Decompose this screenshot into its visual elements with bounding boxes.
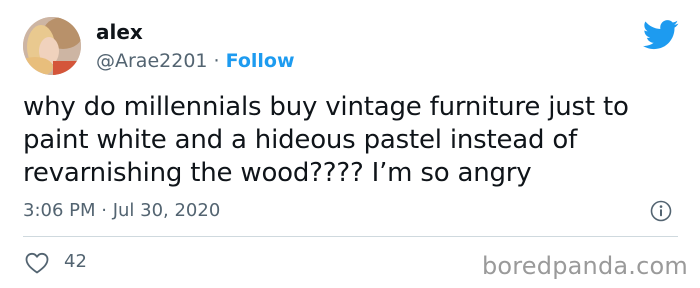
avatar[interactable] <box>23 17 81 75</box>
author-handle[interactable]: @Arae2201 <box>96 50 208 72</box>
watermark: boredpanda.com <box>481 252 688 280</box>
tweet-line: paint white and a hideous pastel instead… <box>23 125 578 155</box>
twitter-bird-icon[interactable] <box>643 20 679 50</box>
avatar-image <box>23 17 81 75</box>
meta-separator: · <box>213 50 220 72</box>
tweet-line: why do millennials buy vintage furniture… <box>23 92 629 122</box>
tweet-line: revarnishing the wood???? I’m so angry <box>23 158 532 188</box>
author-name[interactable]: alex <box>96 20 143 44</box>
author-meta: @Arae2201 · Follow <box>96 49 295 73</box>
info-icon[interactable] <box>650 200 672 222</box>
heart-icon[interactable] <box>25 252 49 274</box>
like-count: 42 <box>64 251 87 272</box>
tweet-timestamp[interactable]: 3:06 PM · Jul 30, 2020 <box>23 199 220 223</box>
follow-button[interactable]: Follow <box>226 50 295 72</box>
divider <box>23 236 678 237</box>
tweet-text: why do millennials buy vintage furniture… <box>23 91 673 190</box>
